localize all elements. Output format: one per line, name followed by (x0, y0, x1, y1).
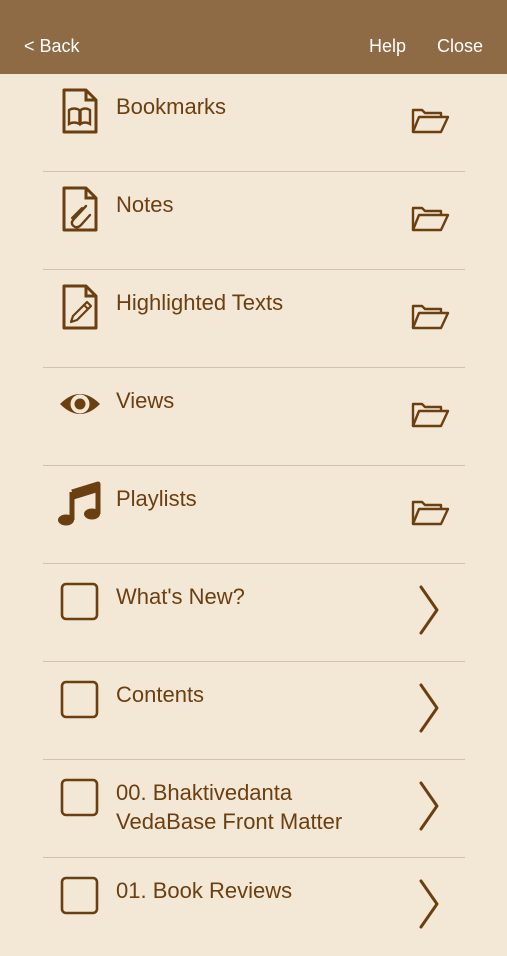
pencil-document-icon (56, 284, 104, 330)
list-item-notes[interactable]: Notes (0, 172, 507, 270)
list-item-bookmarks[interactable]: Bookmarks (0, 74, 507, 172)
list-item-label: Playlists (116, 486, 197, 511)
list-item-views[interactable]: Views (0, 368, 507, 466)
list-item-label: What's New? (116, 584, 245, 609)
chevron-right-icon[interactable] (415, 780, 443, 832)
list-item-whats-new[interactable]: What's New? (0, 564, 507, 662)
navigation-bar: < Back Help Close (0, 0, 507, 74)
folder-icon[interactable] (408, 394, 452, 434)
list-item-label: Contents (116, 682, 205, 707)
list-item-contents[interactable]: Contents (0, 662, 507, 760)
list-item-label: Views (116, 388, 175, 413)
paperclip-document-icon (56, 186, 104, 232)
list-item-label: 01. Book Reviews (116, 878, 293, 903)
chevron-right-icon[interactable] (415, 584, 443, 636)
checkbox-icon[interactable] (56, 676, 104, 722)
chevron-right-icon[interactable] (415, 682, 443, 734)
list-item-highlighted-texts[interactable]: Highlighted Texts (0, 270, 507, 368)
folder-icon[interactable] (408, 100, 452, 140)
list-item-label: Notes (116, 192, 174, 217)
close-button[interactable]: Close (437, 36, 483, 57)
folder-icon[interactable] (408, 198, 452, 238)
checkbox-icon[interactable] (56, 578, 104, 624)
checkbox-icon[interactable] (56, 774, 104, 820)
folder-icon[interactable] (408, 296, 452, 336)
help-button[interactable]: Help (369, 36, 406, 57)
list-item-label: Bookmarks (116, 94, 227, 119)
chevron-right-icon[interactable] (415, 878, 443, 930)
eye-icon (56, 382, 104, 428)
list-item-book-reviews[interactable]: 01. Book Reviews (0, 858, 507, 956)
list-item-front-matter[interactable]: 00. Bhaktivedanta VedaBase Front Matter (0, 760, 507, 858)
list-item-label: 00. Bhaktivedanta VedaBase Front Matter (116, 780, 343, 834)
checkbox-icon[interactable] (56, 872, 104, 918)
back-button[interactable]: < Back (24, 36, 80, 57)
list-item-label: Highlighted Texts (116, 290, 284, 315)
list-item-playlists[interactable]: Playlists (0, 466, 507, 564)
music-note-icon (56, 480, 104, 526)
book-document-icon (56, 88, 104, 134)
folder-icon[interactable] (408, 492, 452, 532)
